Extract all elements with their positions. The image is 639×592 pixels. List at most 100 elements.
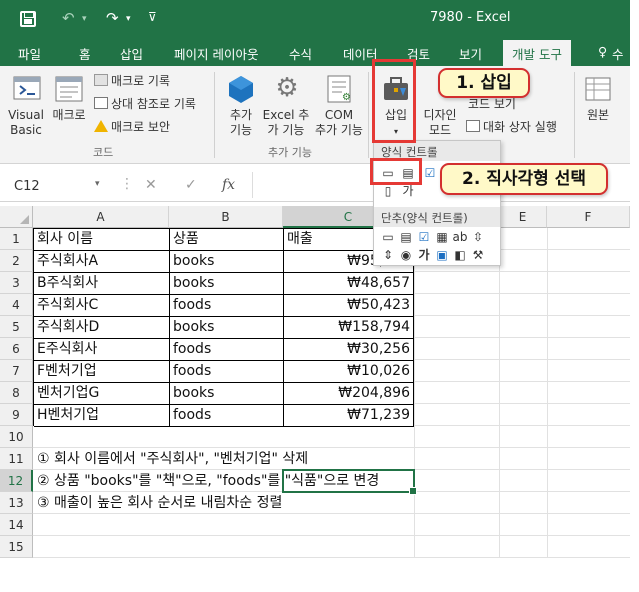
- undo-dropdown-icon[interactable]: ▾: [82, 14, 87, 24]
- column-header-b[interactable]: B: [169, 206, 283, 228]
- product-cell[interactable]: books: [170, 383, 284, 405]
- enter-icon[interactable]: ✓: [185, 177, 197, 193]
- cancel-icon[interactable]: ✕: [145, 177, 157, 193]
- record-macro-button[interactable]: 매크로 기록: [94, 72, 170, 89]
- sales-cell[interactable]: ₩71,239: [284, 405, 414, 427]
- row-header[interactable]: 13: [0, 492, 33, 514]
- excel-addins-button[interactable]: Excel 추 가 기능: [262, 108, 310, 138]
- table-header-product[interactable]: 상품: [170, 229, 284, 251]
- row-header[interactable]: 6: [0, 338, 33, 360]
- column-header-f[interactable]: F: [547, 206, 630, 228]
- source-button[interactable]: 원본: [582, 108, 614, 123]
- formula-input[interactable]: [252, 172, 372, 198]
- macro-button[interactable]: 매크로: [48, 108, 90, 123]
- sales-cell[interactable]: ₩10,026: [284, 361, 414, 383]
- redo-dropdown-icon[interactable]: ▾: [126, 14, 131, 24]
- product-cell[interactable]: books: [170, 251, 284, 273]
- sales-cell[interactable]: ₩158,794: [284, 317, 414, 339]
- ax-more-controls-icon[interactable]: ⚒: [470, 247, 486, 263]
- ribbon-tabs: 파일 홈 삽입 페이지 레이아웃 수식 데이터 검토 보기 개발 도구 ♀ 수: [0, 38, 630, 66]
- tab-insert[interactable]: 삽입: [120, 44, 143, 63]
- row-header[interactable]: 4: [0, 294, 33, 316]
- sales-cell[interactable]: ₩48,657: [284, 273, 414, 295]
- design-mode-button[interactable]: 디자인 모드: [420, 108, 460, 138]
- ax-listbox-icon[interactable]: ▦: [434, 229, 450, 245]
- row-header[interactable]: 15: [0, 536, 33, 558]
- product-cell[interactable]: books: [170, 273, 284, 295]
- company-cell[interactable]: H벤처기업: [34, 405, 170, 427]
- company-cell[interactable]: 주식회사C: [34, 295, 170, 317]
- sales-cell[interactable]: ₩204,896: [284, 383, 414, 405]
- row-header[interactable]: 10: [0, 426, 33, 448]
- redo-icon[interactable]: ↷: [106, 9, 119, 27]
- customize-qat-icon[interactable]: ⊽: [148, 10, 157, 24]
- note-3[interactable]: ③ 매출이 높은 회사 순서로 내림차순 정렬: [34, 493, 285, 515]
- column-header-e[interactable]: E: [499, 206, 547, 228]
- product-cell[interactable]: foods: [170, 339, 284, 361]
- company-cell[interactable]: 주식회사A: [34, 251, 170, 273]
- company-cell[interactable]: E주식회사: [34, 339, 170, 361]
- row-header[interactable]: 5: [0, 316, 33, 338]
- note-1[interactable]: ① 회사 이름에서 "주식회사", "벤처기업" 삭제: [34, 449, 311, 471]
- row-header[interactable]: 12: [0, 470, 33, 492]
- undo-icon[interactable]: ↶: [62, 9, 75, 27]
- checkbox-control-icon[interactable]: ☑: [422, 165, 438, 181]
- list-box-control-icon[interactable]: ▯: [380, 183, 396, 199]
- tab-view[interactable]: 보기: [459, 44, 482, 63]
- addins-button[interactable]: 추가 기능: [224, 108, 258, 138]
- row-header[interactable]: 2: [0, 250, 33, 272]
- company-cell[interactable]: 주식회사D: [34, 317, 170, 339]
- product-cell[interactable]: books: [170, 317, 284, 339]
- ax-checkbox-icon[interactable]: ☑: [416, 229, 432, 245]
- tab-formulas[interactable]: 수식: [289, 44, 312, 63]
- company-cell[interactable]: B주식회사: [34, 273, 170, 295]
- company-cell[interactable]: F벤처기업: [34, 361, 170, 383]
- title-bar: ↶ ▾ ↷ ▾ ⊽ 7980 - Excel: [0, 0, 630, 38]
- product-cell[interactable]: foods: [170, 361, 284, 383]
- table-header-company[interactable]: 회사 이름: [34, 229, 170, 251]
- visual-basic-button[interactable]: Visual Basic: [6, 108, 46, 138]
- select-all-corner[interactable]: [0, 206, 33, 228]
- row-header[interactable]: 3: [0, 272, 33, 294]
- group-separator: [368, 72, 369, 158]
- relative-reference-button[interactable]: 상대 참조로 기록: [94, 95, 196, 112]
- com-addins-button[interactable]: COM 추가 기능: [312, 108, 366, 138]
- tab-page-layout[interactable]: 페이지 레이아웃: [174, 44, 258, 63]
- row-header[interactable]: 1: [0, 228, 33, 250]
- ax-combo-icon[interactable]: ▤: [398, 229, 414, 245]
- active-cell-c12[interactable]: [282, 469, 417, 495]
- column-header-a[interactable]: A: [33, 206, 169, 228]
- company-cell[interactable]: 벤처기업G: [34, 383, 170, 405]
- macro-security-button[interactable]: 매크로 보안: [94, 118, 170, 135]
- ax-spin-icon[interactable]: ⇕: [380, 247, 396, 263]
- tab-developer[interactable]: 개발 도구: [503, 40, 571, 66]
- row-header[interactable]: 14: [0, 514, 33, 536]
- row-header[interactable]: 8: [0, 382, 33, 404]
- insert-function-icon[interactable]: fx: [222, 177, 235, 193]
- run-dialog-button[interactable]: 대화 상자 실행: [466, 118, 557, 135]
- row-header[interactable]: 9: [0, 404, 33, 426]
- label-control-icon[interactable]: 가: [400, 183, 416, 199]
- ax-toggle-icon[interactable]: ◧: [452, 247, 468, 263]
- ax-label-icon[interactable]: 가: [416, 247, 432, 263]
- sales-cell[interactable]: ₩50,423: [284, 295, 414, 317]
- tab-tell-me[interactable]: 수: [612, 44, 624, 63]
- row-header[interactable]: 7: [0, 360, 33, 382]
- gridline: [33, 557, 630, 558]
- name-box[interactable]: C12: [8, 176, 108, 198]
- tab-home[interactable]: 홈: [79, 44, 91, 63]
- tab-file[interactable]: 파일: [18, 44, 41, 63]
- ax-option-icon[interactable]: ◉: [398, 247, 414, 263]
- ax-scrollbar-icon[interactable]: ⇳: [470, 229, 486, 245]
- product-cell[interactable]: foods: [170, 405, 284, 427]
- ax-image-icon[interactable]: ▣: [434, 247, 450, 263]
- ax-textbox-icon[interactable]: ab: [452, 229, 468, 245]
- gridline: [414, 425, 630, 426]
- sales-cell[interactable]: ₩30,256: [284, 339, 414, 361]
- tell-me-icon[interactable]: ♀: [598, 44, 607, 59]
- product-cell[interactable]: foods: [170, 295, 284, 317]
- name-box-dropdown-icon[interactable]: ▾: [95, 179, 100, 189]
- row-header[interactable]: 11: [0, 448, 33, 470]
- save-icon[interactable]: [20, 11, 36, 27]
- ax-button-icon[interactable]: ▭: [380, 229, 396, 245]
